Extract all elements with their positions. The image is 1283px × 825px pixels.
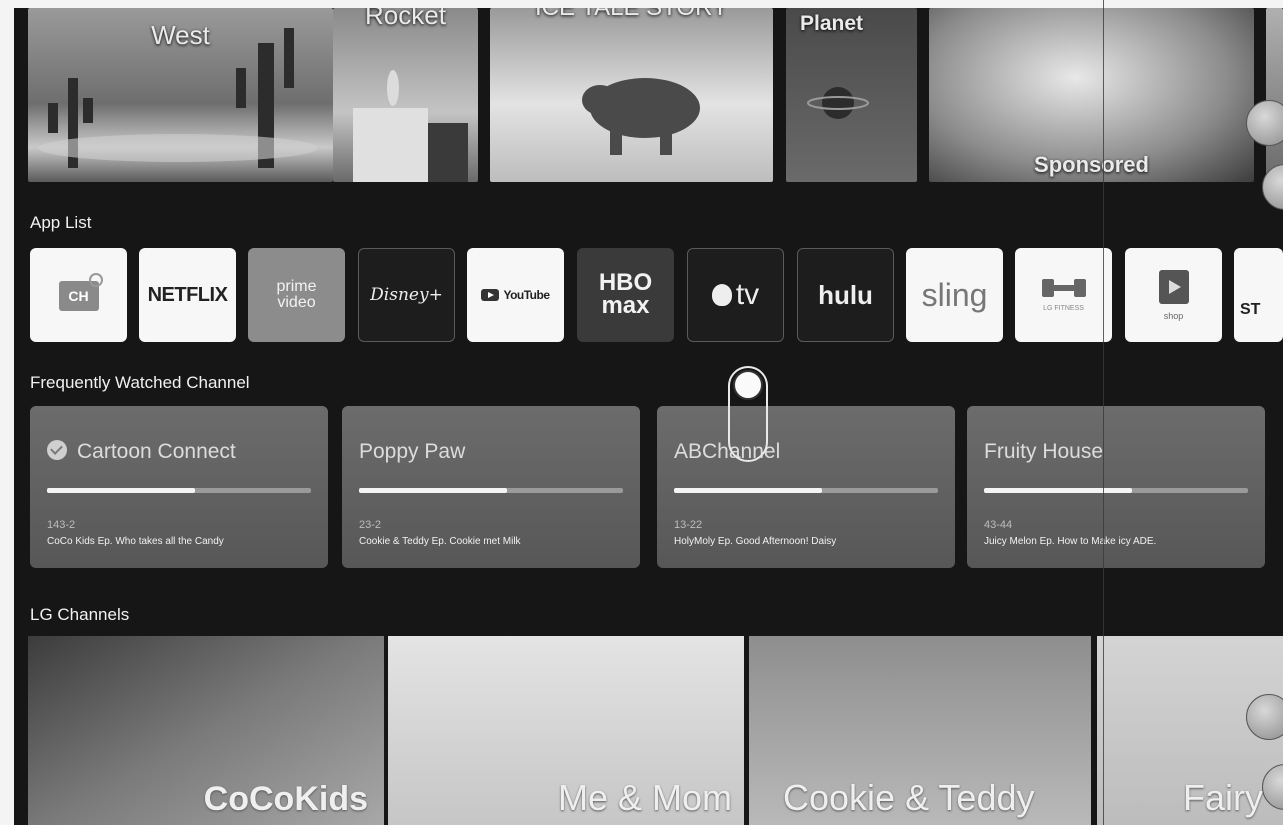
app-prime-video[interactable]: prime video xyxy=(248,248,345,342)
channel-number: 143-2 xyxy=(47,519,76,531)
channel-name-row: Cartoon Connect xyxy=(47,440,236,464)
lg-fitness-label: LG FITNESS xyxy=(1043,304,1084,312)
channel-name: Poppy Paw xyxy=(359,440,466,463)
app-live-tv[interactable]: CH xyxy=(30,248,127,342)
sponsored-label: Sponsored xyxy=(1034,152,1149,177)
dumbbell-icon xyxy=(1041,278,1086,297)
app-partial[interactable]: ST xyxy=(1234,248,1283,342)
lg-channel-tile-cookie-teddy[interactable]: Cookie & Teddy xyxy=(749,636,1091,825)
channel-progress-bar xyxy=(674,488,938,493)
featured-tile-planet[interactable]: Planet xyxy=(786,8,917,182)
channel-card[interactable]: Fruity House 43-44 Juicy Melon Ep. How t… xyxy=(967,406,1265,568)
app-disney-plus[interactable]: Disney+ xyxy=(358,248,455,342)
channel-card[interactable]: ABChannel 13-22 HolyMoly Ep. Good Aftern… xyxy=(657,406,955,568)
lg-channel-tile-cocokids[interactable]: CoCoKids xyxy=(28,636,384,825)
channel-number: 23-2 xyxy=(359,519,382,531)
channel-program: CoCo Kids Ep. Who takes all the Candy xyxy=(47,536,224,547)
sling-logo: sling xyxy=(921,277,988,313)
channel-progress-bar xyxy=(984,488,1248,493)
featured-row: West Rocket ICE TALE STORY xyxy=(14,8,1283,182)
app-shop[interactable]: shop xyxy=(1125,248,1222,342)
featured-title-rocket: Rocket xyxy=(365,8,446,30)
divider-line xyxy=(1103,0,1104,825)
featured-tile-west[interactable]: West xyxy=(28,8,333,182)
live-tv-icon: CH xyxy=(53,273,105,317)
channel-number: 43-44 xyxy=(984,519,1013,531)
app-hbo-max[interactable]: HBO max xyxy=(577,248,674,342)
channel-progress-fill xyxy=(984,488,1132,493)
channel-progress-bar xyxy=(359,488,623,493)
channel-progress-bar xyxy=(47,488,311,493)
youtube-logo: YouTube xyxy=(503,288,550,302)
pointer-cursor-icon xyxy=(733,370,763,400)
featured-title-ice-tale: ICE TALE STORY xyxy=(490,8,773,22)
tv-home-screen: West Rocket ICE TALE STORY xyxy=(14,8,1283,825)
youtube-icon xyxy=(481,289,500,301)
hulu-logo: hulu xyxy=(818,280,873,310)
apple-icon xyxy=(711,284,732,306)
channel-program: HolyMoly Ep. Good Afternoon! Daisy xyxy=(674,536,837,547)
apple-tv-logo: tv xyxy=(735,278,760,311)
featured-tile-partial[interactable] xyxy=(1266,8,1283,182)
frequent-channels-label: Frequently Watched Channel xyxy=(30,373,250,392)
app-netflix[interactable]: NETFLIX xyxy=(139,248,236,342)
channel-card[interactable]: Poppy Paw 23-2 Cookie & Teddy Ep. Cookie… xyxy=(342,406,640,568)
featured-title-planet: Planet xyxy=(800,12,864,35)
disney-plus-logo: Disney+ xyxy=(370,284,443,305)
lg-channel-title: Me & Mom xyxy=(557,777,732,818)
featured-tile-ice-tale[interactable]: ICE TALE STORY xyxy=(490,8,773,182)
partial-app-label: ST xyxy=(1240,301,1261,318)
featured-tile-sponsored[interactable]: Sponsored xyxy=(929,8,1254,182)
channel-progress-fill xyxy=(359,488,507,493)
shop-label: shop xyxy=(1163,310,1184,321)
channel-program: Juicy Melon Ep. How to Make icy ADE. xyxy=(984,536,1157,547)
featured-tile-rocket[interactable]: Rocket xyxy=(333,8,478,182)
channel-card[interactable]: Cartoon Connect 143-2 CoCo Kids Ep. Who … xyxy=(30,406,328,568)
shopping-bag-icon xyxy=(1158,269,1189,304)
channel-progress-fill xyxy=(674,488,822,493)
app-list-label: App List xyxy=(30,213,92,232)
channel-number: 13-22 xyxy=(674,519,703,531)
app-youtube[interactable]: YouTube xyxy=(467,248,564,342)
app-lg-fitness[interactable]: LG FITNESS xyxy=(1015,248,1112,342)
lg-channel-title: Fairy xyxy=(1183,777,1263,818)
channel-program: Cookie & Teddy Ep. Cookie met Milk xyxy=(359,536,521,547)
lg-channel-title: Cookie & Teddy xyxy=(783,777,1035,818)
channel-progress-fill xyxy=(47,488,195,493)
app-hulu[interactable]: hulu xyxy=(797,248,894,342)
hbo-max-logo: HBO max xyxy=(598,269,653,319)
app-apple-tv[interactable]: tv xyxy=(687,248,784,342)
lg-channel-tile-me-and-mom[interactable]: Me & Mom xyxy=(388,636,744,825)
check-icon xyxy=(47,440,67,460)
app-sling[interactable]: sling xyxy=(906,248,1003,342)
netflix-logo: NETFLIX xyxy=(147,284,228,306)
prime-video-logo: prime video xyxy=(276,278,317,311)
lg-channels-label: LG Channels xyxy=(30,605,130,624)
lg-channel-title: CoCoKids xyxy=(203,780,368,818)
featured-title-west: West xyxy=(151,20,210,50)
channel-name: Fruity House xyxy=(984,440,1104,463)
channel-name: Cartoon Connect xyxy=(77,440,236,463)
